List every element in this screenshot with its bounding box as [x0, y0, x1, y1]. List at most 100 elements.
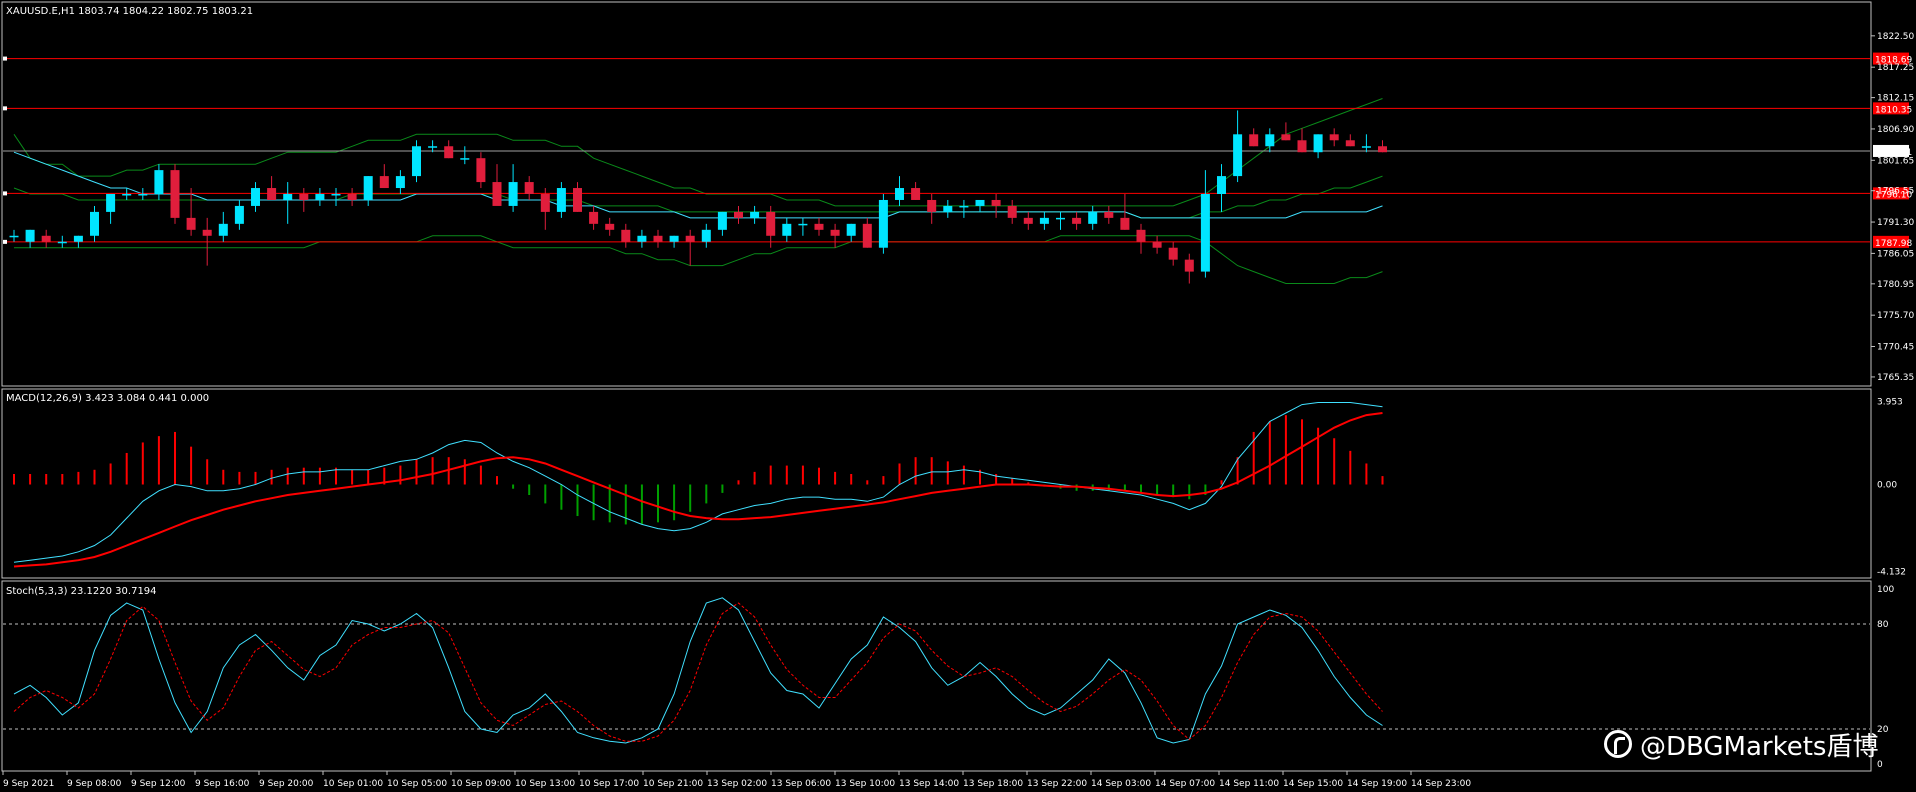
- macd-panel[interactable]: [13, 402, 1384, 568]
- candle: [1249, 134, 1259, 147]
- candle: [154, 170, 164, 194]
- time-label: 10 Sep 13:00: [515, 779, 575, 789]
- candle: [589, 211, 599, 224]
- candle: [299, 194, 309, 200]
- candle: [267, 188, 277, 200]
- candle: [444, 146, 454, 159]
- candle: [734, 211, 743, 218]
- time-label: 9 Sep 16:00: [195, 779, 250, 789]
- candle: [540, 194, 550, 212]
- macd-tick-label: 3.953: [1877, 397, 1903, 407]
- candle: [1313, 134, 1323, 153]
- time-label: 13 Sep 10:00: [835, 779, 895, 789]
- watermark: @DBGMarkets盾博: [1604, 724, 1878, 764]
- candle: [251, 188, 260, 206]
- candle: [283, 194, 293, 200]
- candle: [717, 211, 727, 230]
- candle: [347, 194, 357, 200]
- price-axis: 1818.691810.351796.101787.981822.501817.…: [1871, 32, 1914, 770]
- candle: [1329, 134, 1339, 141]
- candle: [25, 229, 35, 242]
- time-label: 13 Sep 06:00: [771, 779, 831, 789]
- candle: [57, 241, 67, 244]
- candle: [556, 188, 566, 212]
- candle: [9, 235, 19, 238]
- candle: [1361, 146, 1371, 148]
- macd-tick-label: -4.132: [1877, 567, 1906, 577]
- candle: [1136, 229, 1146, 242]
- time-label: 14 Sep 11:00: [1219, 779, 1279, 789]
- candle: [846, 223, 856, 236]
- stoch-tick-label: 20: [1877, 725, 1889, 735]
- time-label: 10 Sep 01:00: [323, 779, 383, 789]
- weibo-icon: [1604, 730, 1632, 758]
- candle: [1168, 247, 1178, 260]
- candle: [508, 182, 518, 206]
- candle: [218, 223, 228, 236]
- candle: [605, 223, 615, 230]
- candle: [315, 194, 325, 200]
- candle: [750, 211, 760, 218]
- candle: [766, 211, 776, 236]
- time-label: 14 Sep 03:00: [1091, 779, 1151, 789]
- candle: [927, 199, 937, 212]
- symbol-info: XAUUSD.E,H1 1803.74 1804.22 1802.75 1803…: [6, 6, 253, 17]
- candle: [653, 235, 663, 242]
- candle: [1039, 217, 1049, 224]
- candle: [830, 229, 840, 236]
- candle: [138, 194, 148, 196]
- price-tick-label: 1791.30: [1877, 218, 1914, 228]
- candle: [1007, 205, 1017, 218]
- macd-label: MACD(12,26,9) 3.423 3.084 0.441 0.000: [6, 393, 209, 404]
- candle: [1104, 211, 1114, 218]
- time-label: 9 Sep 08:00: [67, 779, 122, 789]
- candle: [428, 146, 438, 148]
- chart-canvas[interactable]: 1818.691810.351796.101787.981822.501817.…: [0, 0, 1916, 792]
- candle: [41, 235, 51, 242]
- price-panel[interactable]: [3, 56, 1870, 284]
- time-label: 10 Sep 09:00: [451, 779, 511, 789]
- time-label: 9 Sep 2021: [3, 779, 54, 789]
- candle: [1217, 176, 1226, 194]
- price-tick-label: 1817.25: [1877, 63, 1914, 73]
- macd-tick-label: 0.00: [1877, 481, 1897, 491]
- stoch-tick-label: 80: [1877, 620, 1889, 630]
- candle: [73, 235, 83, 242]
- bollinger-upper: [13, 98, 1383, 207]
- candle: [1233, 134, 1243, 177]
- candle: [814, 223, 824, 230]
- candle: [1152, 241, 1162, 248]
- candle: [943, 205, 953, 212]
- bollinger-middle: [13, 175, 1383, 219]
- candle: [701, 229, 711, 242]
- stoch-panel[interactable]: [3, 597, 1870, 744]
- candle: [1023, 217, 1033, 224]
- candle: [1345, 140, 1355, 147]
- price-tick-label: 1780.95: [1877, 280, 1914, 290]
- candle: [170, 170, 180, 218]
- trading-terminal: 1818.69 1810.35 1796.10 1787.98 1822.50 1817.…: [0, 0, 1916, 792]
- watermark-text: @DBGMarkets盾博: [1640, 731, 1879, 762]
- candle: [782, 223, 792, 236]
- candle: [1265, 134, 1275, 147]
- time-label: 14 Sep 07:00: [1155, 779, 1215, 789]
- level-price-label: 1810.35: [1875, 105, 1912, 115]
- price-tick-label: 1822.50: [1877, 32, 1914, 42]
- candle: [1200, 194, 1210, 272]
- candle: [202, 229, 212, 236]
- price-tick-label: 1775.70: [1877, 311, 1914, 321]
- macd-signal-line: [13, 412, 1383, 568]
- time-label: 14 Sep 15:00: [1283, 779, 1343, 789]
- time-label: 10 Sep 17:00: [579, 779, 639, 789]
- candle: [1088, 211, 1098, 224]
- candle: [959, 205, 969, 208]
- time-label: 10 Sep 21:00: [643, 779, 703, 789]
- price-tick-label: 1812.15: [1877, 94, 1914, 104]
- level-anchor: [3, 56, 7, 61]
- level-anchor: [3, 106, 7, 111]
- candle: [363, 176, 373, 200]
- candle: [412, 146, 421, 177]
- candle: [1056, 217, 1065, 220]
- moving-average-line: [13, 151, 1383, 219]
- stoch-tick-label: 100: [1877, 585, 1894, 595]
